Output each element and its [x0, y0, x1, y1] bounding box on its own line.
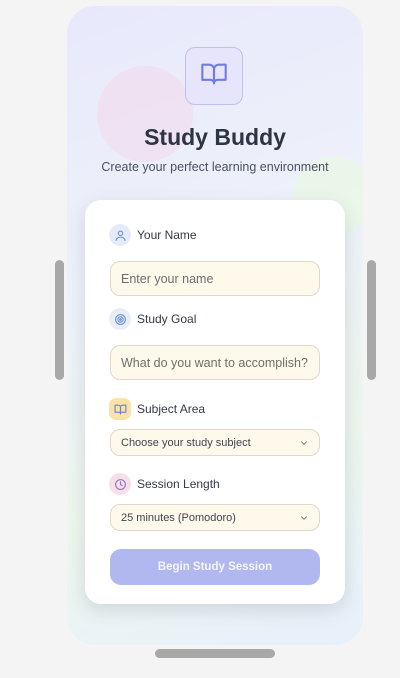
user-icon: [109, 224, 131, 246]
clock-icon: [109, 473, 131, 495]
goal-label-text: Study Goal: [137, 312, 197, 326]
chevron-down-icon: [299, 513, 309, 523]
name-label-text: Your Name: [137, 228, 197, 242]
name-input[interactable]: [110, 261, 320, 296]
scrollbar-right[interactable]: [367, 260, 376, 380]
logo: [185, 47, 243, 105]
goal-input[interactable]: [110, 345, 320, 380]
subject-select[interactable]: Choose your study subject: [110, 429, 320, 456]
home-indicator[interactable]: [155, 649, 275, 658]
study-form-card: Your Name Study Goal Subject Area: [85, 200, 345, 604]
subject-label-text: Subject Area: [137, 402, 206, 416]
app-frame: Study Buddy Create your perfect learning…: [67, 6, 363, 645]
scrollbar-left[interactable]: [55, 260, 64, 380]
subject-field-label: Subject Area: [109, 398, 205, 420]
subject-select-value: Choose your study subject: [121, 436, 251, 449]
book-icon: [109, 398, 131, 420]
session-length-select[interactable]: 25 minutes (Pomodoro): [110, 504, 320, 531]
session-label-text: Session Length: [137, 477, 220, 491]
session-field-label: Session Length: [109, 473, 220, 495]
session-select-value: 25 minutes (Pomodoro): [121, 511, 236, 524]
goal-field-label: Study Goal: [109, 308, 196, 330]
begin-study-session-button[interactable]: Begin Study Session: [110, 549, 320, 585]
open-book-icon: [200, 60, 228, 93]
page-subtitle: Create your perfect learning environment: [101, 160, 329, 174]
chevron-down-icon: [299, 438, 309, 448]
target-icon: [109, 308, 131, 330]
name-field-label: Your Name: [109, 224, 197, 246]
page-title: Study Buddy: [144, 124, 286, 150]
